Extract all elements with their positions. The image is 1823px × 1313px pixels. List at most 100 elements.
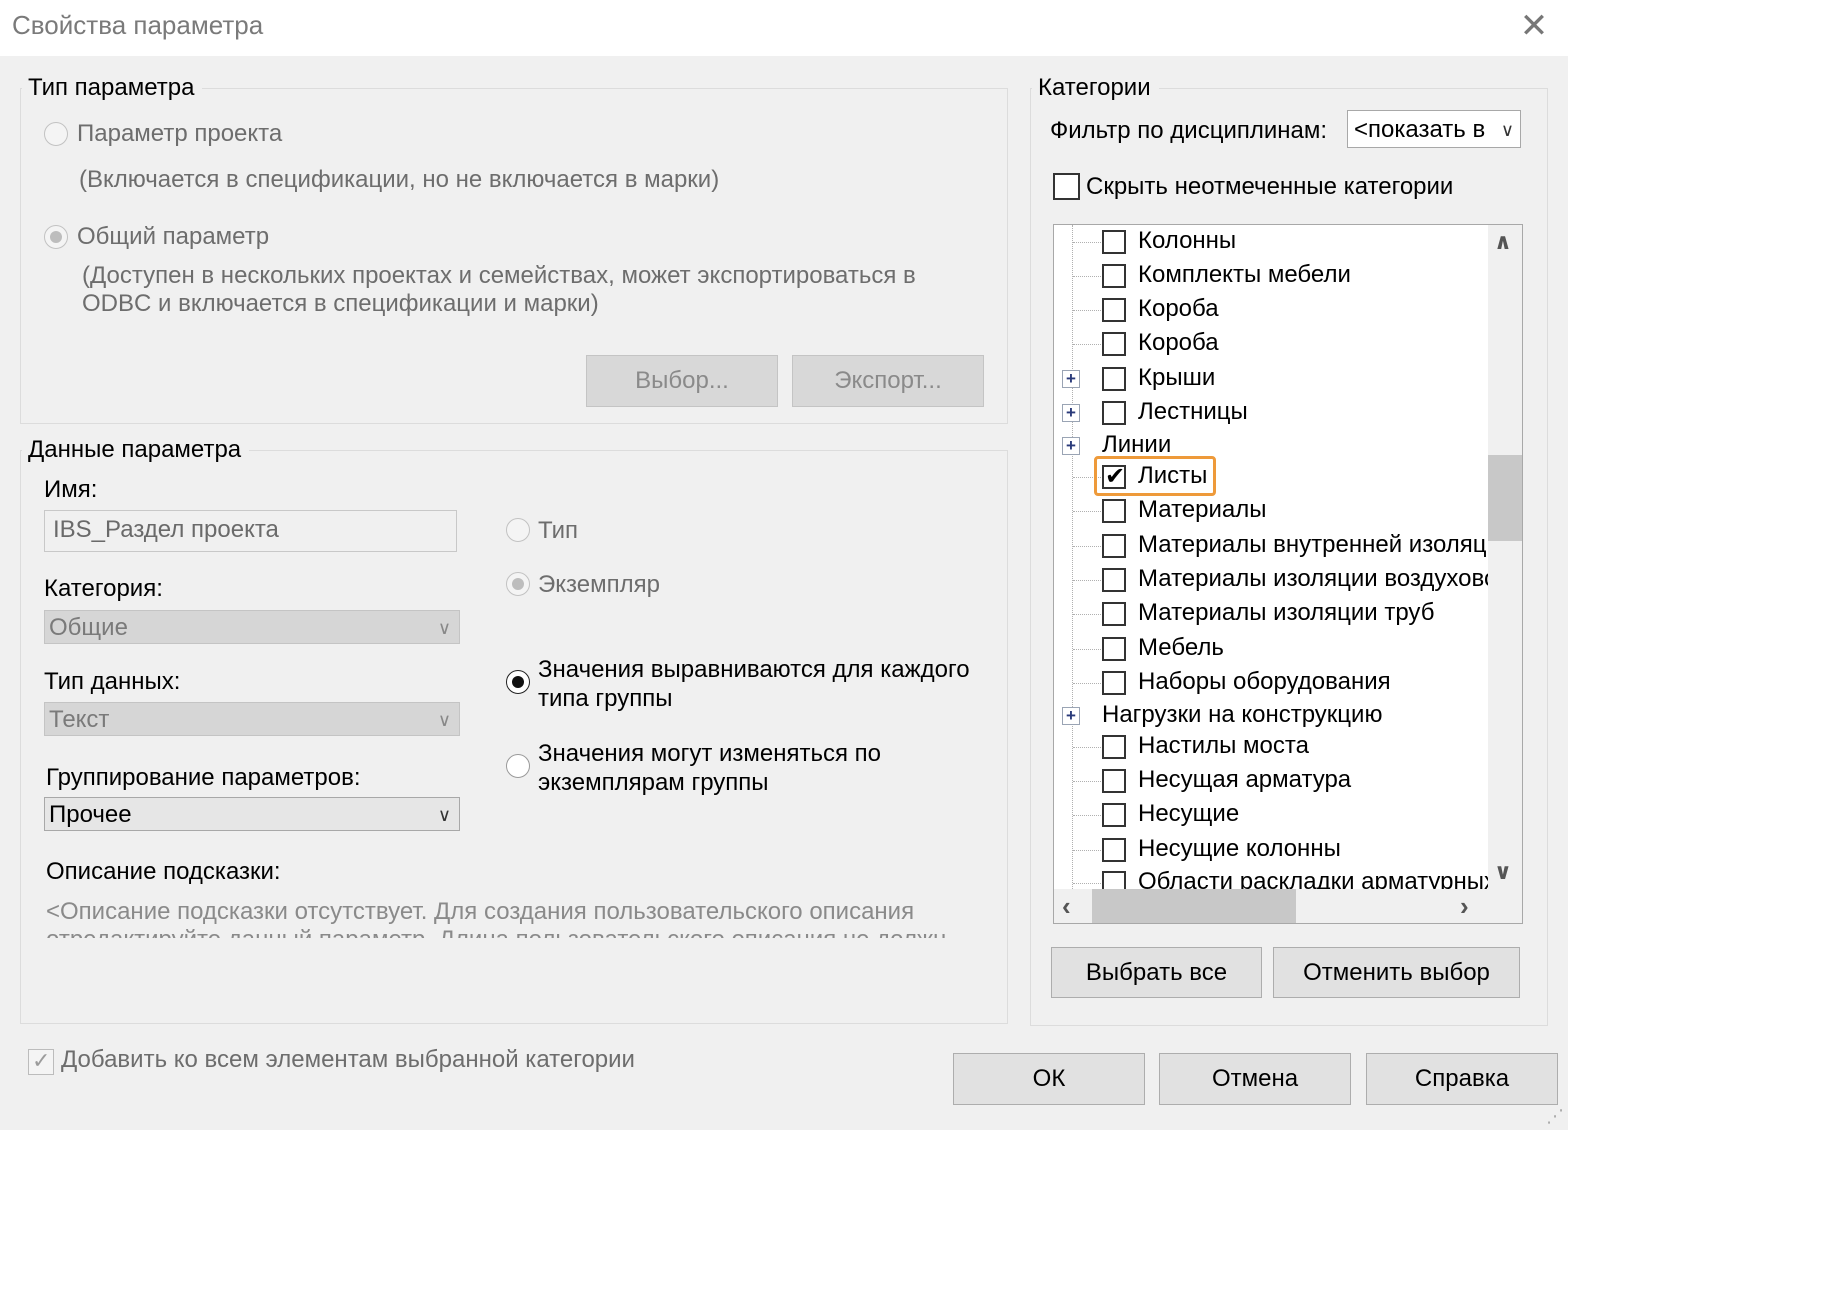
category-tree-item[interactable]: Несущие	[1054, 798, 1488, 832]
parameter-properties-dialog: Свойства параметра ✕ Тип параметра Парам…	[0, 0, 1568, 1130]
discipline-filter-select[interactable]: <показать в ∨	[1347, 110, 1521, 148]
categories-legend: Категории	[1032, 74, 1159, 102]
category-checkbox[interactable]	[1102, 769, 1126, 793]
add-to-all-label: Добавить ко всем элементам выбранной кат…	[61, 1046, 635, 1073]
grouping-select[interactable]: Прочее ∨	[44, 797, 460, 831]
category-tree-item[interactable]: + Нагрузки на конструкцию	[1054, 699, 1488, 733]
category-label: Лестницы	[1138, 398, 1248, 425]
category-tree-item[interactable]: Колонны	[1054, 225, 1488, 259]
hide-unchecked-checkbox[interactable]	[1053, 173, 1080, 200]
name-label: Имя:	[44, 476, 98, 503]
scroll-up-icon[interactable]: ∧	[1494, 229, 1512, 255]
horizontal-scrollbar[interactable]: ‹ ›	[1054, 889, 1522, 923]
cancel-button[interactable]: Отмена	[1159, 1053, 1351, 1105]
category-tree-item[interactable]: Материалы изоляции воздухово	[1054, 563, 1488, 597]
category-tree-item[interactable]: ✔ Листы	[1054, 456, 1488, 496]
expand-plus-icon[interactable]: +	[1062, 437, 1080, 455]
checkmark-icon: ✓	[32, 1048, 51, 1073]
parameter-type-legend: Тип параметра	[22, 74, 203, 102]
screen: Свойства параметра ✕ Тип параметра Парам…	[0, 0, 1823, 1313]
vary-by-instance-radio[interactable]	[506, 754, 530, 778]
category-label: Материалы внутренней изоляци	[1138, 531, 1488, 558]
tree-connector-line	[1073, 883, 1103, 884]
tree-connector-line	[1073, 747, 1103, 748]
align-per-group-label-1: Значения выравниваются для каждого	[538, 656, 970, 683]
category-checkbox[interactable]	[1102, 230, 1126, 254]
category-tree-item[interactable]: + Крыши	[1054, 362, 1488, 396]
project-parameter-description: (Включается в спецификации, но не включа…	[79, 166, 720, 193]
category-select[interactable]: Общие ∨	[44, 610, 460, 644]
category-checkbox[interactable]	[1102, 871, 1126, 889]
category-checkbox[interactable]	[1102, 264, 1126, 288]
vertical-scroll-thumb[interactable]	[1488, 455, 1522, 541]
help-button[interactable]: Справка	[1366, 1053, 1558, 1105]
scroll-right-icon[interactable]: ›	[1460, 891, 1469, 922]
ok-button[interactable]: ОК	[953, 1053, 1145, 1105]
category-tree[interactable]: Колонны Комплекты мебели Короба Короба + Крыш…	[1053, 224, 1523, 924]
datatype-select-value: Текст	[49, 706, 110, 733]
select-all-button[interactable]: Выбрать все	[1051, 947, 1262, 998]
category-tree-item[interactable]: Области раскладки арматурных	[1054, 866, 1488, 889]
expand-plus-icon[interactable]: +	[1062, 404, 1080, 422]
category-checkbox[interactable]	[1102, 499, 1126, 523]
category-tree-item[interactable]: Материалы изоляции труб	[1054, 597, 1488, 631]
category-checkbox[interactable]	[1102, 671, 1126, 695]
category-tree-item[interactable]: Мебель	[1054, 632, 1488, 666]
category-label: Мебель	[1138, 634, 1224, 661]
category-checkbox[interactable]	[1102, 838, 1126, 862]
category-tree-item[interactable]: Несущие колонны	[1054, 833, 1488, 867]
scroll-left-icon[interactable]: ‹	[1062, 891, 1071, 922]
category-tree-item[interactable]: + Лестницы	[1054, 396, 1488, 430]
shared-parameter-radio[interactable]	[44, 225, 68, 249]
export-button[interactable]: Экспорт...	[792, 355, 984, 407]
close-icon[interactable]: ✕	[1516, 8, 1552, 44]
chevron-down-icon: ∨	[1500, 120, 1514, 140]
expand-plus-icon[interactable]: +	[1062, 707, 1080, 725]
resize-grip-icon[interactable]: ⋰	[1546, 1106, 1564, 1127]
category-tree-item[interactable]: Комплекты мебели	[1054, 259, 1488, 293]
dialog-title: Свойства параметра	[12, 10, 264, 40]
tooltip-text-2: отредактируйте данный параметр. Длина по…	[46, 926, 946, 938]
instance-label: Экземпляр	[538, 571, 660, 598]
vertical-scrollbar[interactable]: ∧ ∨	[1488, 225, 1522, 889]
horizontal-scroll-thumb[interactable]	[1092, 889, 1296, 923]
type-radio[interactable]	[506, 518, 530, 542]
category-checkbox[interactable]: ✔	[1102, 463, 1126, 490]
chevron-down-icon: ∨	[437, 805, 451, 825]
instance-radio[interactable]	[506, 572, 530, 596]
category-checkbox[interactable]	[1102, 803, 1126, 827]
category-tree-item[interactable]: Несущая арматура	[1054, 764, 1488, 798]
tooltip-text-1: <Описание подсказки отсутствует. Для соз…	[46, 898, 915, 925]
category-tree-item[interactable]: Короба	[1054, 327, 1488, 361]
category-checkbox[interactable]	[1102, 568, 1126, 592]
category-checkbox[interactable]	[1102, 401, 1126, 425]
category-label: Материалы	[1138, 496, 1267, 523]
category-checkbox[interactable]	[1102, 534, 1126, 558]
deselect-all-button[interactable]: Отменить выбор	[1273, 947, 1520, 998]
category-tree-item[interactable]: Наборы оборудования	[1054, 666, 1488, 700]
datatype-select[interactable]: Текст ∨	[44, 702, 460, 736]
category-label: Короба	[1138, 295, 1219, 322]
add-to-all-checkbox[interactable]: ✓	[28, 1048, 54, 1075]
category-checkbox[interactable]	[1102, 367, 1126, 391]
scroll-down-icon[interactable]: ∨	[1494, 859, 1512, 885]
category-checkbox[interactable]	[1102, 735, 1126, 759]
vary-by-instance-label-2: экземплярам группы	[538, 769, 769, 796]
tree-connector-line	[1073, 781, 1103, 782]
shared-parameter-description-2: ODBC и включается в спецификации и марки…	[82, 290, 599, 317]
expand-plus-icon[interactable]: +	[1062, 370, 1080, 388]
category-tree-item[interactable]: Короба	[1054, 293, 1488, 327]
category-tree-item[interactable]: Материалы	[1054, 494, 1488, 528]
category-checkbox[interactable]	[1102, 332, 1126, 356]
category-checkbox[interactable]	[1102, 637, 1126, 661]
select-button[interactable]: Выбор...	[586, 355, 778, 407]
category-label: Материалы изоляции труб	[1138, 599, 1435, 626]
project-parameter-radio[interactable]	[44, 122, 68, 146]
name-field[interactable]: IBS_Раздел проекта	[44, 510, 457, 552]
category-checkbox[interactable]	[1102, 602, 1126, 626]
category-checkbox[interactable]	[1102, 298, 1126, 322]
category-tree-item[interactable]: Настилы моста	[1054, 730, 1488, 764]
category-tree-item[interactable]: Материалы внутренней изоляци	[1054, 529, 1488, 563]
align-per-group-radio[interactable]	[506, 670, 530, 694]
category-label: Короба	[1138, 329, 1219, 356]
